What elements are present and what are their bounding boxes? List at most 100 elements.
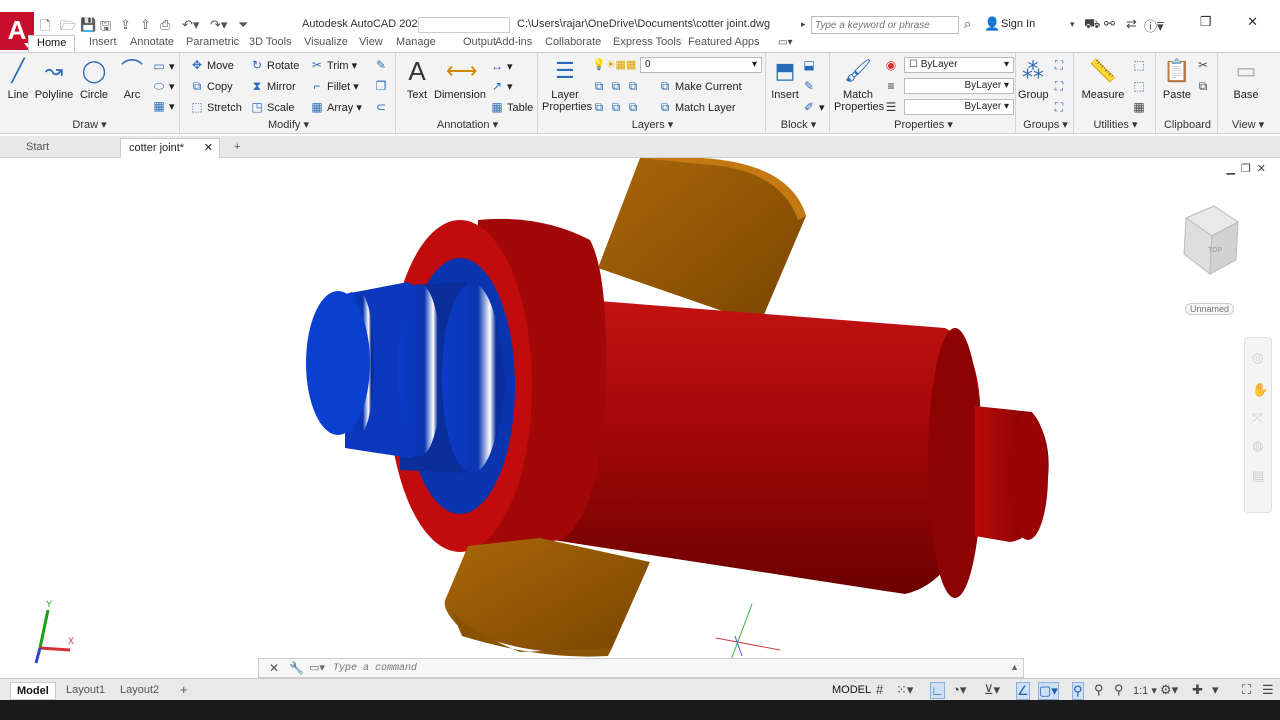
redo-icon[interactable]: ↷▾ [210,17,227,33]
web-mobile-icon[interactable]: ⇪ [120,17,131,33]
cart-icon[interactable]: ⛟ [1084,16,1100,34]
cut-icon[interactable]: ✂ [1196,58,1213,73]
grid-icon[interactable]: # [876,682,883,697]
object-snap-icon[interactable]: ▢▾ [1038,682,1059,700]
tab-manage[interactable]: Manage [396,36,436,48]
color-wheel-icon[interactable]: ◉ [884,58,901,73]
command-history-icon[interactable]: ▲ [1010,662,1019,672]
tab-home[interactable]: Home [28,35,76,52]
layer-tools-icons-2[interactable]: ⧉ ⧉ ⧉ [592,100,643,115]
group-select-icon[interactable]: ⛶ [1052,100,1069,115]
mirror-button[interactable]: ⧗ Mirror [250,79,296,94]
draw-panel-title[interactable]: Draw ▾ [0,118,179,131]
undo-icon[interactable]: ↶▾ [182,17,199,33]
polar-icon[interactable]: ◔▾ [952,682,966,698]
layers-panel-title[interactable]: Layers ▾ [540,118,765,131]
polyline-button[interactable]: ↝ Polyline [34,57,74,101]
layout-tab-layout2[interactable]: Layout2 [114,682,165,698]
ribbon-options-icon[interactable]: ▭▾ [778,37,792,48]
circle-button[interactable]: ◯ Circle [78,57,110,101]
lineweight-icon[interactable]: ☰ [884,100,901,115]
ortho-icon[interactable]: ∟ [930,682,945,699]
lineweight-dropdown[interactable]: ByLayer ▾ [904,99,1014,115]
auto-scale-icon[interactable]: ⚲ [1094,682,1104,698]
properties-panel-title[interactable]: Properties ▾ [832,118,1015,131]
tab-visualize[interactable]: Visualize [304,36,348,48]
tab-3d-tools[interactable]: 3D Tools [249,36,292,48]
group-edit-icon[interactable]: ⛶ [1052,79,1069,94]
block-attribute-icon[interactable]: ✐ ▾ [802,100,825,115]
linear-dim-icon[interactable]: ↔ ▾ [490,59,513,74]
annotation-scale-icon[interactable]: ⚲ [1114,682,1124,698]
color-dropdown[interactable]: ☐ ByLayer ▾ [904,57,1014,73]
sign-in-dropdown-icon[interactable]: ▾ [1070,19,1075,30]
customize-qat-icon[interactable]: ⏷ [238,17,248,33]
orbit-icon[interactable]: ◍ [1252,438,1263,454]
erase-icon[interactable]: ✎ [374,58,391,73]
calculator-icon[interactable]: ▦ [1132,100,1149,115]
create-block-icon[interactable]: ⬓ [802,58,819,73]
command-input[interactable] [333,661,993,676]
tab-view[interactable]: View [359,36,383,48]
clean-screen-icon[interactable]: ⛶ [1242,682,1251,698]
expand-arrow-icon[interactable]: ▸ [801,19,806,30]
tab-output[interactable]: Output [463,36,496,48]
scale-dropdown[interactable]: 1:1 ▾ [1133,684,1157,697]
tab-start[interactable]: Start [18,138,118,158]
rectangle-icon[interactable]: ▭ ▾ [152,59,174,74]
annotation-monitor-icon[interactable]: ✚ [1192,682,1203,698]
layout-tab-model[interactable]: Model [10,682,56,700]
base-button[interactable]: ▭ Base [1226,57,1266,101]
annotation-visibility-icon[interactable]: ⚲ [1072,682,1084,700]
move-button[interactable]: ✥ Move [190,58,234,73]
layer-dropdown[interactable]: 0 ▾ [640,57,762,73]
group-button[interactable]: ⁂ Group [1018,57,1049,101]
layer-state-icons[interactable]: 💡☀▦▦ [592,58,636,72]
save-icon[interactable]: 💾 [80,17,96,33]
model-3d-scene[interactable]: Y X [0,158,1280,678]
model-space-button[interactable]: MODEL [832,684,871,696]
quick-select-icon[interactable]: ⬚ [1132,58,1149,73]
modify-panel-title[interactable]: Modify ▾ [182,118,395,131]
showmotion-icon[interactable]: ▤ [1252,468,1264,484]
arc-button[interactable]: ⌒ Arc [116,57,148,101]
rotate-button[interactable]: ↻ Rotate [250,58,299,73]
utilities-panel-title[interactable]: Utilities ▾ [1076,118,1155,131]
navigation-bar[interactable]: ◎ ✋ ⤧ ◍ ▤ [1244,337,1272,513]
drawing-viewport[interactable]: ▁❐✕ Y X TOP Unnamed ◎ ✋ ⤧ ◍ ▤ [0,158,1280,678]
pan-icon[interactable]: ✋ [1252,382,1268,398]
connect-icon[interactable]: ⚯ [1104,16,1115,32]
units-icon[interactable]: ▾ [1212,682,1219,698]
table-button[interactable]: ▦ Table [490,100,533,115]
leader-icon[interactable]: ↗ ▾ [490,79,513,94]
match-properties-button[interactable]: 🖌 Match Properties [834,57,884,113]
viewcube-icon[interactable]: TOP [1168,188,1248,288]
customize-command-icon[interactable]: 🔧 [289,661,304,675]
match-layer-button[interactable]: ⧉ Match Layer [658,100,736,115]
tab-cotter-joint[interactable]: cotter joint* ✕ [120,138,220,158]
plot-icon[interactable]: ⎙ [160,17,170,33]
annotation-panel-title[interactable]: Annotation ▾ [398,118,537,131]
customize-status-icon[interactable]: ☰ [1262,682,1274,698]
clipboard-panel-title[interactable]: Clipboard [1158,119,1217,131]
tab-add-ins[interactable]: Add-ins [495,36,532,48]
object-snap-tracking-icon[interactable]: ∠ [1016,682,1030,700]
share-icon[interactable]: ⇧ [140,17,151,33]
ellipse-icon[interactable]: ⬭ ▾ [152,79,175,94]
array-button[interactable]: ▦ Array ▾ [310,100,362,115]
close-tab-icon[interactable]: ✕ [204,141,213,154]
paste-button[interactable]: 📋 Paste [1160,57,1194,101]
copy-button[interactable]: ⧉ Copy [190,79,233,94]
window-controls[interactable]: – ❐ ✕ [1157,14,1274,30]
explode-icon[interactable]: ❐ [374,79,391,94]
tab-collaborate[interactable]: Collaborate [545,36,601,48]
make-current-button[interactable]: ⧉ Make Current [658,79,742,94]
tab-parametric[interactable]: Parametric [186,36,239,48]
groups-panel-title[interactable]: Groups ▾ [1018,118,1073,131]
fillet-button[interactable]: ⌐ Fillet ▾ [310,79,358,94]
recent-commands-icon[interactable]: ▭▾ [309,661,325,674]
layer-properties-button[interactable]: ☰ Layer Properties [542,57,592,113]
new-tab-button[interactable]: + [226,138,248,158]
text-button[interactable]: A Text [402,57,432,101]
steering-wheel-icon[interactable]: ◎ [1252,350,1263,366]
